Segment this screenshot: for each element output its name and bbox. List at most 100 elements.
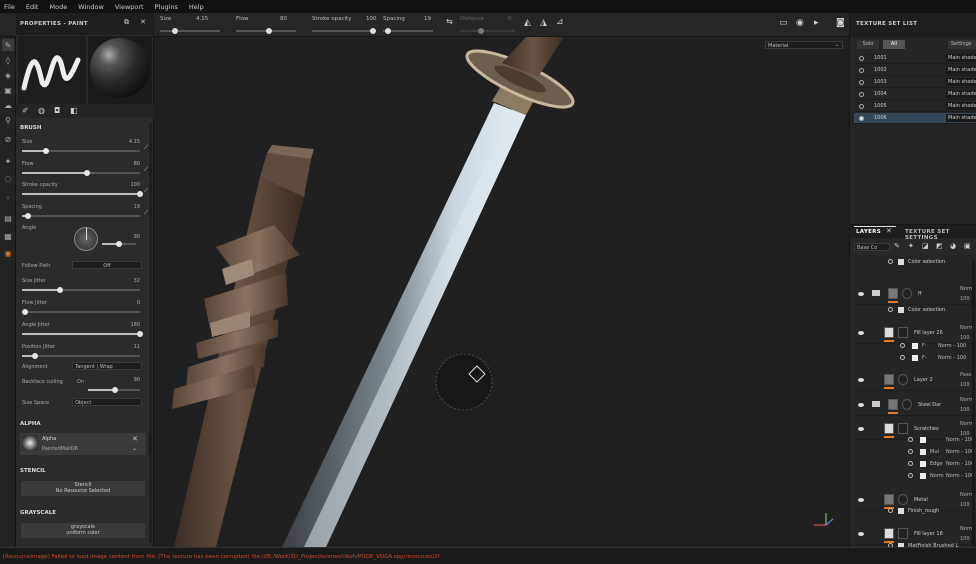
smudge-tool-icon[interactable]: ☁ <box>2 99 14 111</box>
grayscale-slot[interactable]: grayscale uniform color <box>20 522 146 539</box>
follow-path-toggle[interactable]: Off <box>72 261 142 269</box>
slider-knob[interactable] <box>56 287 63 293</box>
layer-effect[interactable]: Color selection <box>852 258 976 268</box>
menu-edit[interactable]: Edit <box>22 3 46 11</box>
slider-knob[interactable] <box>137 191 143 197</box>
angle-dial[interactable] <box>74 227 98 251</box>
slider-knob[interactable] <box>116 241 122 247</box>
texture-set-radio[interactable] <box>859 56 864 61</box>
backface-culling-toggle[interactable]: On <box>77 379 84 385</box>
blend-mode-dropdown[interactable]: Base Co <box>854 243 890 251</box>
eye-icon[interactable] <box>858 498 864 502</box>
slider-knob[interactable] <box>266 28 272 34</box>
jitter-value[interactable]: 0 <box>120 300 140 306</box>
toolbar-distance-slider[interactable] <box>460 28 515 34</box>
jitter-slider[interactable] <box>22 287 140 293</box>
brush-filter-icon[interactable]: ✎ <box>894 242 900 250</box>
effect-visibility-icon[interactable] <box>888 307 893 312</box>
layer-row[interactable]: Fill layer 26 Norm 100 <box>852 322 976 344</box>
texture-set-shader-dropdown[interactable]: Main shader <box>946 54 976 62</box>
texture-set-row[interactable]: 1002 Main shader <box>854 65 976 76</box>
texture-set-shader-dropdown[interactable]: Main shader <box>946 90 976 98</box>
toolbar-distance-value[interactable]: 0 <box>508 16 512 22</box>
eye-icon[interactable] <box>858 532 864 536</box>
texture-set-shader-dropdown[interactable]: Main shader <box>946 78 976 86</box>
layer-effect[interactable]: Finish_rough <box>852 507 976 517</box>
slider-knob[interactable] <box>172 28 178 34</box>
eraser-tool-icon[interactable]: ◊ <box>2 54 14 66</box>
menu-mode[interactable]: Mode <box>45 3 74 11</box>
texture-set-row[interactable]: 1001 Main shader <box>854 53 976 64</box>
brush-param-value[interactable]: 19 <box>120 204 140 210</box>
bake-icon[interactable]: ◌ <box>2 172 14 184</box>
add-mask-icon[interactable]: ◪ <box>922 242 929 250</box>
brush-tab-icon[interactable]: ✐ <box>22 106 29 115</box>
slider-knob[interactable] <box>83 170 90 176</box>
pressure-link-icon[interactable]: ⟋ <box>144 187 148 195</box>
backface-culling-slider[interactable] <box>88 387 140 393</box>
texture-set-shader-dropdown[interactable]: Main shader <box>946 114 976 122</box>
menu-file[interactable]: File <box>0 3 22 11</box>
slider-knob[interactable] <box>24 213 31 219</box>
eye-icon[interactable] <box>858 403 864 407</box>
alpha-clear-icon[interactable]: ✕ <box>132 435 138 443</box>
toolbar-size-slider[interactable] <box>160 28 220 34</box>
menu-help[interactable]: Help <box>185 3 211 11</box>
toolbar-size-value[interactable]: 4.15 <box>196 16 208 22</box>
toolbar-flow-value[interactable]: 80 <box>280 16 287 22</box>
add-fill-layer-icon[interactable]: ◩ <box>936 242 943 250</box>
eyedropper-icon[interactable]: ⊿ <box>556 17 564 27</box>
folder-icon[interactable]: ▭ <box>779 18 788 28</box>
slider-knob[interactable] <box>137 331 143 337</box>
texture-set-radio[interactable] <box>859 104 864 109</box>
solo-button[interactable]: Solo <box>857 40 879 49</box>
eye-icon[interactable] <box>858 378 864 382</box>
geometry-mask-icon[interactable]: ✦ <box>2 155 14 167</box>
layer-opacity[interactable]: 100 <box>960 335 970 341</box>
layer-sub-effect[interactable]: Norm Norm - 100 <box>852 472 976 482</box>
layer-opacity[interactable]: 100 <box>960 407 970 413</box>
layer-sub-effect[interactable]: F- Norm - 100 <box>852 342 976 352</box>
chevron-down-icon[interactable]: ⌄ <box>132 445 137 452</box>
texture-set-row[interactable]: 1004 Main shader <box>854 89 976 100</box>
angle-value[interactable]: 90 <box>126 234 140 240</box>
jitter-value[interactable]: 32 <box>120 278 140 284</box>
viewport-material-dropdown[interactable]: Material ⌄ <box>765 41 843 49</box>
settings-button[interactable]: Settings <box>948 40 976 49</box>
stencil-tab-icon[interactable]: ◘ <box>54 106 60 115</box>
document-icon[interactable]: ▦ <box>2 230 14 242</box>
image-icon[interactable]: ▤ <box>2 212 14 224</box>
toolbar-stroke-opacity-slider[interactable] <box>312 28 376 34</box>
add-folder-icon[interactable]: ▣ <box>964 242 971 250</box>
toolbar-stroke-opacity-value[interactable]: 100 <box>366 16 377 22</box>
slider-knob[interactable] <box>22 309 28 315</box>
jitter-slider[interactable] <box>22 353 140 359</box>
layer-row[interactable]: Steel Dar Norm 100 <box>852 394 976 416</box>
properties-scrollbar[interactable] <box>149 123 152 543</box>
texture-set-row[interactable]: 1005 Main shader <box>854 101 976 112</box>
stencil-slot[interactable]: Stencil No Resource Selected <box>20 480 146 497</box>
layer-sub-effect[interactable]: Mul Norm - 100 <box>852 448 976 458</box>
texture-set-radio[interactable] <box>859 80 864 85</box>
menu-window[interactable]: Window <box>74 3 111 11</box>
projection-tool-icon[interactable]: ◈ <box>2 69 14 81</box>
effect-visibility-icon[interactable] <box>888 259 893 264</box>
alignment-dropdown[interactable]: Tangent | Wrap <box>72 362 142 370</box>
toolbar-flow-slider[interactable] <box>236 28 296 34</box>
texture-set-radio[interactable] <box>859 116 864 121</box>
layer-row[interactable]: ff Norm 100 <box>852 283 976 305</box>
color-picker-tool-icon[interactable]: ⊘ <box>2 133 14 145</box>
add-paint-layer-icon[interactable]: ◕ <box>950 242 956 250</box>
effect-visibility-icon[interactable] <box>888 508 893 513</box>
symmetry-icon[interactable]: ◭ <box>524 18 531 28</box>
layer-sub-effect[interactable]: Edge Norm - 100 <box>852 460 976 470</box>
screenshot-camera-icon[interactable]: ◙ <box>836 18 845 28</box>
eye-icon[interactable] <box>858 292 864 296</box>
polygon-fill-tool-icon[interactable]: ▣ <box>2 84 14 96</box>
pressure-link-icon[interactable]: ⟋ <box>144 166 148 174</box>
all-button[interactable]: All <box>883 40 905 49</box>
symmetry-mirror-icon[interactable]: ◮ <box>540 18 547 28</box>
alpha-slot[interactable]: Alpha PaintedMallO6 ✕ ⌄ <box>20 433 146 455</box>
texture-set-row[interactable]: 1003 Main shader <box>854 77 976 88</box>
layer-row[interactable]: Layer 2 Pass 100 <box>852 369 976 391</box>
